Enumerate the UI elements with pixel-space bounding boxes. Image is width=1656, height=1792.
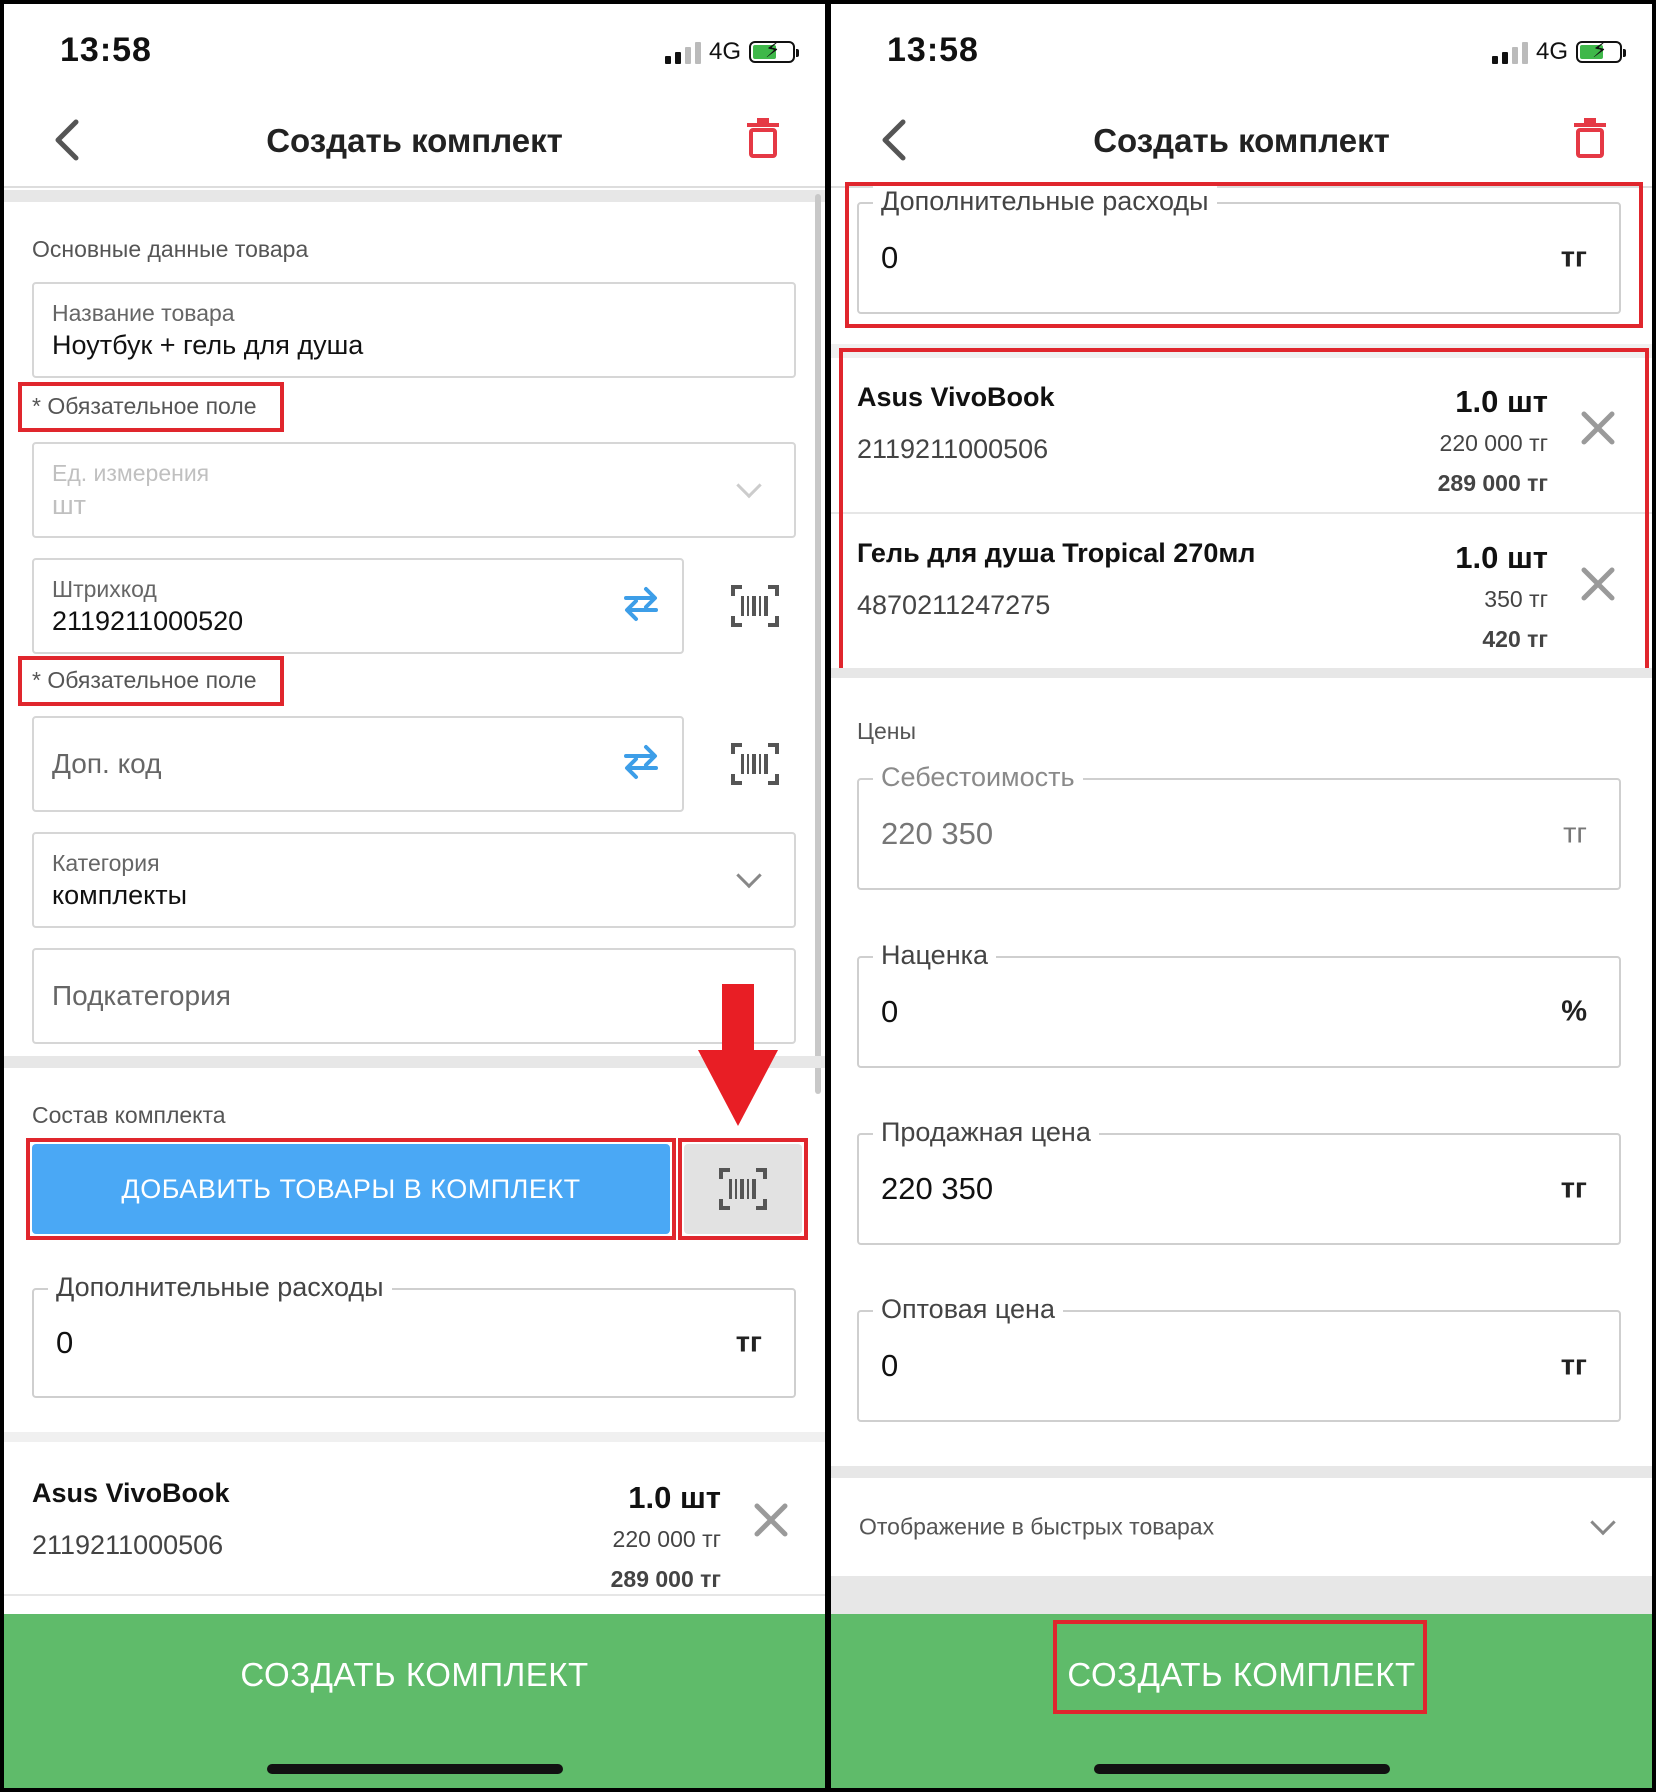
battery-icon: ⚡ [749,39,799,63]
network-type: 4G [708,38,741,65]
subcategory-placeholder: Подкатегория [52,980,231,1011]
page-title: Создать комплект [1093,122,1390,159]
additional-code-field[interactable]: Доп. код [32,716,684,812]
unit-label: Ед. измерения [52,460,210,486]
scan-items-button[interactable] [684,1144,802,1234]
markup-unit: % [1561,995,1587,1028]
quick-display-label: Отображение в быстрых товарах [859,1513,1215,1540]
divider [4,1432,825,1442]
markup-field[interactable]: Наценка 0 % [857,940,1621,1068]
cost-price-unit: тг [1563,817,1587,850]
divider [4,190,825,202]
section-prices-label: Цены [857,718,917,744]
sale-price-label: Продажная цена [873,1117,1099,1148]
item-code: 2119211000506 [32,1530,224,1560]
close-icon[interactable] [753,1502,789,1538]
nav-bar: Создать комплект [4,94,825,188]
category-field[interactable]: Категория комплекты [32,832,796,928]
chevron-down-icon [736,472,762,499]
extra-costs-label: Дополнительные расходы [48,1272,392,1303]
status-time: 13:58 [887,31,979,69]
wholesale-price-value: 0 [881,1348,899,1383]
signal-icon [664,40,701,64]
barcode-scan-icon [719,1168,767,1210]
extra-costs-unit: тг [735,1326,762,1359]
nav-bar: Создать комплект [831,94,1652,188]
down-arrow-icon [698,984,778,1126]
barcode-field[interactable]: Штрихкод 2119211000520 [32,558,684,654]
create-kit-button[interactable]: СОЗДАТЬ КОМПЛЕКТ [4,1656,825,1694]
additional-code-placeholder: Доп. код [52,748,162,779]
add-items-button[interactable]: ДОБАВИТЬ ТОВАРЫ В КОМПЛЕКТ [32,1144,670,1234]
product-name-field[interactable]: Название товара Ноутбук + гель для душа [32,282,796,378]
chevron-down-icon [1590,1509,1616,1536]
trash-icon[interactable] [745,118,781,158]
divider [831,668,1652,678]
status-bar: 13:58 4G ⚡ [4,4,825,94]
swap-icon[interactable] [622,584,660,624]
required-hint: * Обязательное поле [32,667,257,693]
extra-costs-value: 0 [881,240,899,275]
category-value: комплекты [52,880,187,910]
sale-price-unit: тг [1560,1172,1587,1205]
item-name: Asus VivoBook [32,1478,230,1508]
sale-price-value: 220 350 [881,1171,994,1206]
item-price: 289 000 тг [610,1566,721,1592]
status-time: 13:58 [60,31,152,69]
create-kit-button[interactable]: СОЗДАТЬ КОМПЛЕКТ [831,1656,1652,1694]
chevron-down-icon [736,862,762,889]
section-kit-label: Состав комплекта [32,1102,226,1128]
subcategory-field[interactable]: Подкатегория [32,948,796,1044]
sale-price-field[interactable]: Продажная цена 220 350 тг [857,1117,1621,1245]
signal-icon [1491,40,1528,64]
unit-value: шт [52,490,87,520]
wholesale-price-field[interactable]: Оптовая цена 0 тг [857,1294,1621,1422]
extra-costs-field[interactable]: Дополнительные расходы 0 тг [857,186,1621,314]
kit-item: Asus VivoBook 2119211000506 1.0 шт 220 0… [4,1442,825,1596]
extra-costs-unit: тг [1560,241,1587,274]
phone-screen-left: 13:58 4G ⚡ Создать комплект Основные дан… [4,4,825,1788]
extra-costs-label: Дополнительные расходы [873,186,1217,217]
required-hint: * Обязательное поле [32,393,257,419]
create-kit-footer: СОЗДАТЬ КОМПЛЕКТ [4,1614,825,1788]
swap-icon[interactable] [622,742,660,782]
home-indicator [1093,1764,1390,1774]
trash-icon[interactable] [1572,118,1608,158]
product-name-label: Название товара [52,300,235,326]
unit-field: Ед. измерения шт [32,442,796,538]
section-main-label: Основные данные товара [32,236,309,262]
network-type: 4G [1535,38,1568,65]
barcode-scan-icon[interactable] [730,584,780,628]
barcode-value: 2119211000520 [52,606,244,636]
battery-icon: ⚡ [1576,39,1626,63]
divider [831,1576,1652,1616]
markup-value: 0 [881,994,899,1029]
markup-label: Наценка [873,940,997,971]
page-title: Создать комплект [266,122,563,159]
wholesale-price-unit: тг [1560,1349,1587,1382]
cost-price-field: Себестоимость 220 350 тг [857,762,1621,890]
phone-screen-right: 13:58 4G ⚡ Создать комплект Дополнительн… [831,4,1652,1788]
item-cost: 220 000 тг [612,1526,721,1552]
items-highlight [839,348,1649,678]
extra-costs-field[interactable]: Дополнительные расходы 0 тг [32,1272,796,1398]
extra-costs-value: 0 [56,1325,74,1360]
scrollbar[interactable] [815,194,821,1094]
wholesale-price-label: Оптовая цена [873,1294,1063,1325]
divider [831,1466,1652,1478]
cost-price-value: 220 350 [881,816,994,851]
product-name-value: Ноутбук + гель для душа [52,330,364,360]
status-bar: 13:58 4G ⚡ [831,4,1652,94]
barcode-label: Штрихкод [52,576,157,602]
category-label: Категория [52,850,160,876]
home-indicator [266,1764,563,1774]
cost-price-label: Себестоимость [873,762,1083,793]
item-quantity: 1.0 шт [628,1480,721,1515]
create-kit-footer: СОЗДАТЬ КОМПЛЕКТ [831,1614,1652,1788]
barcode-scan-icon[interactable] [730,742,780,786]
quick-display-row[interactable]: Отображение в быстрых товарах [831,1478,1652,1576]
